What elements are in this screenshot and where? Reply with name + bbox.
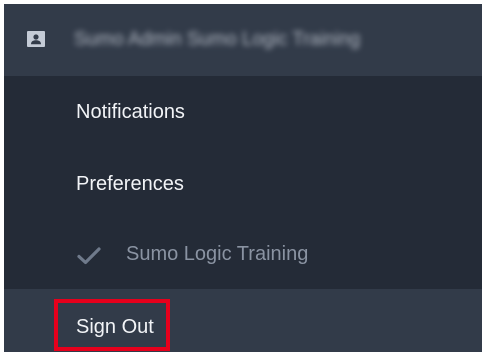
contact-card-icon (27, 31, 45, 47)
menu-item-preferences[interactable]: Preferences (4, 148, 482, 220)
menu-item-notifications[interactable]: Notifications (4, 76, 482, 148)
organization-label: Sumo Logic Training (126, 243, 309, 265)
notifications-label: Notifications (76, 101, 185, 123)
preferences-label: Preferences (76, 173, 184, 195)
sign-out-button[interactable]: Sign Out (4, 289, 482, 352)
menu-item-current-organization: Sumo Logic Training (4, 218, 482, 290)
account-name: Sumo Admin Sumo Logic Training (74, 29, 361, 50)
user-menu-dropdown: Sumo Admin Sumo Logic Training Notificat… (4, 4, 482, 352)
highlight-annotation-box (54, 299, 170, 351)
account-header: Sumo Admin Sumo Logic Training (4, 4, 482, 76)
check-icon (77, 247, 101, 265)
